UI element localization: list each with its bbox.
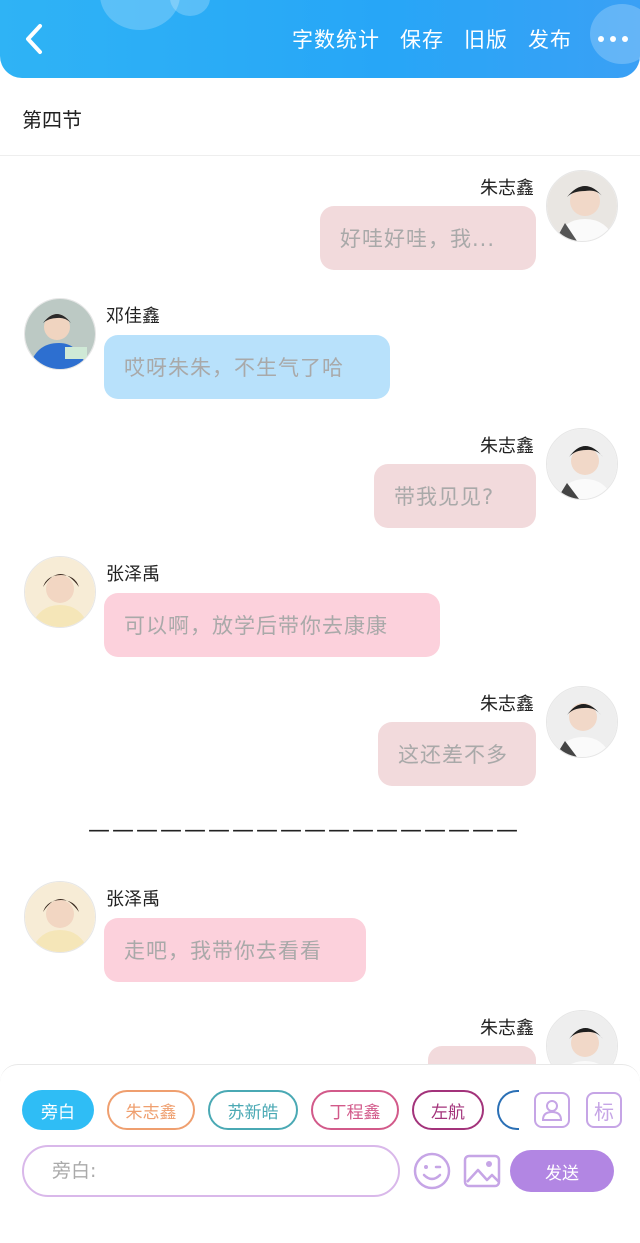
divider [0,155,640,156]
separator-line: —————————————————— [88,818,520,838]
role-chip[interactable]: 朱志鑫 [107,1090,195,1130]
emoji-icon[interactable] [412,1151,452,1191]
sender-name: 张泽禹 [106,889,160,910]
avatar[interactable] [546,686,618,758]
message-input[interactable] [50,1159,374,1183]
sender-name: 朱志鑫 [480,694,534,715]
image-icon[interactable] [462,1151,502,1191]
message-bubble[interactable]: 可以啊，放学后带你去康康 [104,593,440,657]
message-bubble[interactable]: 哎呀朱朱，不生气了哈 [104,335,390,399]
sender-name: 朱志鑫 [480,1018,534,1039]
message-input-wrapper [22,1145,400,1197]
top-bar: 字数统计 保存 旧版 发布 [0,0,640,78]
more-dots-icon[interactable] [598,36,628,42]
avatar[interactable] [24,556,96,628]
back-button[interactable] [18,22,52,56]
decor-bubble [170,0,210,16]
message-bubble[interactable]: 这还差不多 [378,722,536,786]
role-chip[interactable]: 苏新皓 [208,1090,298,1130]
save-button[interactable]: 保存 [400,24,444,54]
avatar[interactable] [24,881,96,953]
role-chip[interactable]: 丁程鑫 [311,1090,399,1130]
role-chip-narration[interactable]: 旁白 [22,1090,94,1130]
decor-bubble [100,0,180,30]
publish-button[interactable]: 发布 [528,24,572,54]
message-bubble[interactable]: 带我见见? [374,464,536,528]
sender-name: 朱志鑫 [480,436,534,457]
avatar[interactable] [546,428,618,500]
chevron-left-icon [26,24,42,54]
role-chip[interactable]: 左航 [412,1090,484,1130]
word-count-button[interactable]: 字数统计 [292,24,380,54]
person-card-icon[interactable] [534,1092,570,1128]
tag-button[interactable]: 标 [586,1092,622,1128]
message-bubble[interactable]: 好哇好哇，我... [320,206,536,270]
avatar[interactable] [546,170,618,242]
sender-name: 朱志鑫 [480,178,534,199]
send-button[interactable]: 发送 [510,1150,614,1192]
sender-name: 张泽禹 [106,564,160,585]
message-bubble[interactable]: 走吧，我带你去看看 [104,918,366,982]
old-version-button[interactable]: 旧版 [464,24,508,54]
avatar[interactable] [24,298,96,370]
section-title: 第四节 [22,108,82,132]
sender-name: 邓佳鑫 [106,306,160,327]
